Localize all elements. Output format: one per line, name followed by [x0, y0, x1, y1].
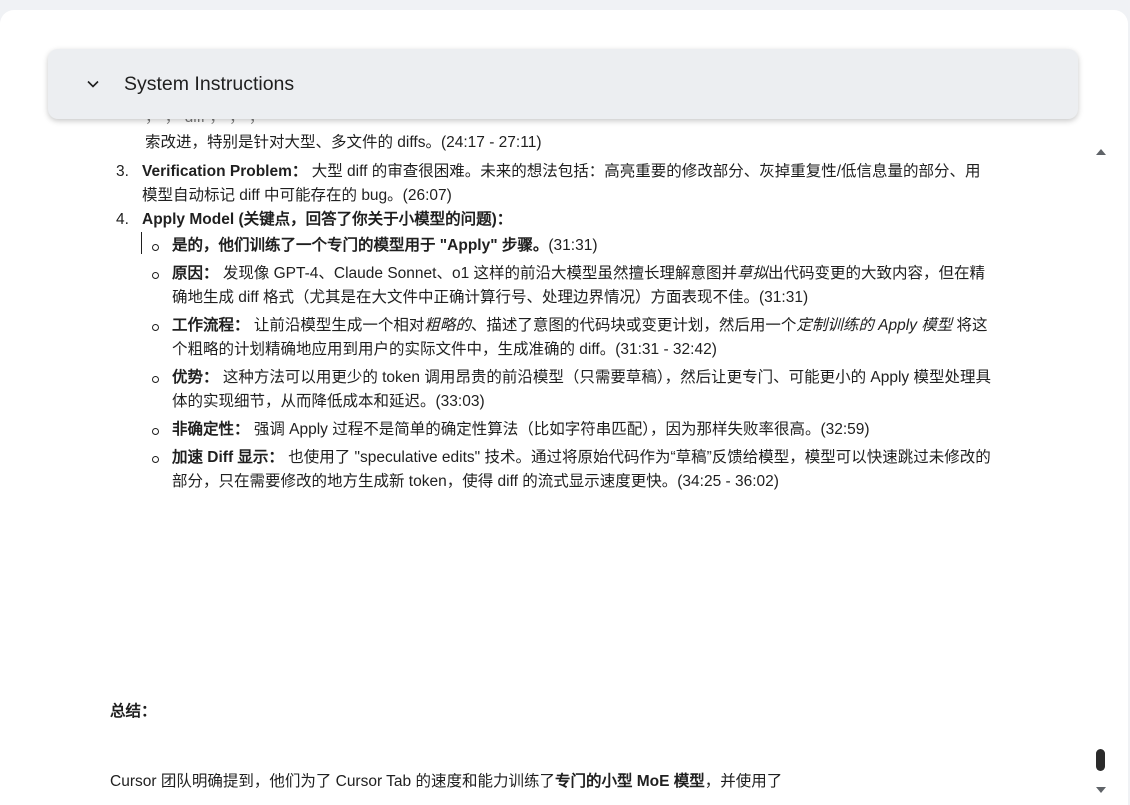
hollow-bullet-icon — [152, 244, 159, 251]
summary-text: Cursor 团队明确提到，他们为了 Cursor Tab 的速度和能力训练了 — [110, 773, 555, 790]
bullet-text: 让前沿模型生成一个相对 — [249, 317, 425, 334]
list-item: 4. Apply Model (关键点，回答了你关于小模型的问题)： 是的，他们… — [112, 208, 992, 494]
bullet-text: 、描述了意图的代码块或变更计划，然后用一个 — [470, 317, 797, 334]
chat-panel: ， ， diff ， ， ， 索改进，特别是针对大型、多文件的 diffs。(2… — [0, 10, 1128, 805]
list-number: 3. — [116, 163, 129, 180]
hollow-bullet-icon — [152, 272, 159, 279]
bullet-item: 工作流程： 让前沿模型生成一个相对粗略的、描述了意图的代码块或变更计划，然后用一… — [142, 314, 992, 362]
summary-text: ，并使用了 — [704, 773, 783, 790]
response-content: ， ， diff ， ， ， 索改进，特别是针对大型、多文件的 diffs。(2… — [0, 10, 1090, 805]
bullet-italic: 定制训练的 Apply 模型 — [796, 317, 953, 334]
bullet-italic: 粗略的 — [424, 317, 471, 334]
bullet-item: 原因： 发现像 GPT-4、Claude Sonnet、o1 这样的前沿大模型虽… — [142, 262, 992, 310]
bullet-item: 是的，他们训练了一个专门的模型用于 "Apply" 步骤。(31:31) — [142, 234, 992, 258]
bullet-italic: 草拟 — [737, 265, 769, 282]
bullet-heading: 优势： — [172, 369, 219, 386]
chevron-down-icon[interactable] — [86, 77, 100, 91]
bullet-heading: 非确定性： — [172, 421, 250, 438]
scrollbar-thumb[interactable] — [1096, 749, 1105, 771]
system-instructions-title: System Instructions — [124, 72, 295, 95]
scrollbar[interactable] — [1092, 135, 1110, 805]
bullet-item: 优势： 这种方法可以用更少的 token 调用昂贵的前沿模型（只需要草稿），然后… — [142, 366, 992, 414]
hollow-bullet-icon — [152, 428, 159, 435]
bullet-item: 非确定性： 强调 Apply 过程不是简单的确定性算法（比如字符串匹配），因为那… — [142, 418, 992, 442]
system-instructions-header[interactable]: System Instructions — [48, 49, 1078, 119]
bullet-heading: 原因： — [172, 265, 219, 282]
bullet-text: (31:31) — [548, 237, 598, 254]
item-heading: Apply Model (关键点，回答了你关于小模型的问题)： — [142, 211, 513, 228]
summary-heading: 总结： — [110, 703, 157, 720]
list-number: 4. — [116, 211, 129, 228]
hollow-bullet-icon — [152, 324, 159, 331]
bullet-text: 发现像 GPT-4、Claude Sonnet、o1 这样的前沿大模型虽然擅长理… — [218, 265, 738, 282]
text-cursor — [141, 232, 142, 254]
hollow-bullet-icon — [152, 456, 159, 463]
bullet-heading: 工作流程： — [172, 317, 250, 334]
numbered-list: 3. Verification Problem： 大型 diff 的审查很困难。… — [112, 160, 992, 498]
bullet-list: 是的，他们训练了一个专门的模型用于 "Apply" 步骤。(31:31) 原因：… — [142, 234, 992, 494]
summary-bold: 专门的小型 MoE 模型 — [554, 773, 705, 790]
list-item: 3. Verification Problem： 大型 diff 的审查很困难。… — [112, 160, 992, 208]
summary-paragraph: Cursor 团队明确提到，他们为了 Cursor Tab 的速度和能力训练了专… — [110, 770, 1070, 794]
bullet-text: 强调 Apply 过程不是简单的确定性算法（比如字符串匹配），因为那样失败率很高… — [249, 421, 870, 438]
bullet-heading: 是的，他们训练了一个专门的模型用于 "Apply" 步骤。 — [172, 237, 549, 254]
bullet-item: 加速 Diff 显示： 也使用了 "speculative edits" 技术。… — [142, 446, 992, 494]
hollow-bullet-icon — [152, 376, 159, 383]
list-item-continuation: 索改进，特别是针对大型、多文件的 diffs。(24:17 - 27:11) — [145, 134, 542, 151]
bullet-heading: 加速 Diff 显示： — [172, 449, 284, 466]
arrow-up-icon[interactable] — [1095, 143, 1107, 161]
arrow-down-icon[interactable] — [1095, 781, 1107, 799]
bullet-text: 这种方法可以用更少的 token 调用昂贵的前沿模型（只需要草稿），然后让更专门… — [172, 369, 991, 410]
bullet-text: 也使用了 "speculative edits" 技术。通过将原始代码作为“草稿… — [172, 449, 991, 490]
item-heading: Verification Problem： — [142, 163, 308, 180]
